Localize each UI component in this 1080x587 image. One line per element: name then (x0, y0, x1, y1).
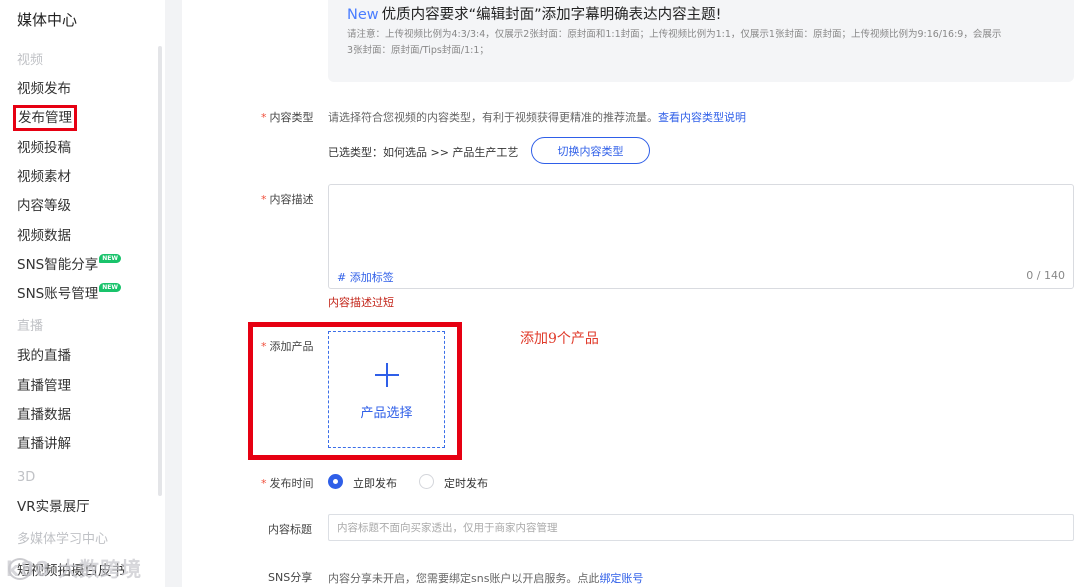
nav-group-live: 直播 (17, 319, 44, 334)
sidebar-item-video-submit[interactable]: 视频投稿 (17, 139, 71, 157)
description-label: * 内容描述 (261, 191, 314, 207)
content-type-hint: 请选择符合您视频的内容类型，有利于视频获得更精准的推荐流量。查看内容类型说明 (328, 109, 746, 125)
plus-icon (375, 363, 399, 387)
required-mark: * (261, 340, 267, 353)
watermark: k88 大数跨境 (6, 557, 143, 581)
content-type-hint-text: 请选择符合您视频的内容类型，有利于视频获得更精准的推荐流量。 (328, 111, 658, 124)
sns-share-text: 内容分享未开启，您需要绑定sns账户以开启服务。点此绑定账号 (328, 570, 643, 586)
publish-scheduled-radio[interactable] (419, 474, 434, 489)
sidebar-item-publish-manage[interactable]: 发布管理 (13, 105, 77, 131)
nav-group-3d: 3D (17, 470, 36, 485)
content-type-selected: 已选类型：如何选品 >> 产品生产工艺 (328, 146, 519, 159)
main-panel: New 优质内容要求“编辑封面”添加字幕明确表达内容主题! 请注意：上传视频比例为… (182, 0, 1080, 587)
sidebar-item-video-material[interactable]: 视频素材 (17, 168, 71, 186)
switch-content-type-button[interactable]: 切换内容类型 (531, 137, 650, 164)
content-type-help-link[interactable]: 查看内容类型说明 (658, 111, 746, 124)
sidebar-item-live-manage[interactable]: 直播管理 (17, 377, 71, 395)
sidebar-item-label: SNS智能分享 (17, 257, 99, 273)
publish-time-label: * 发布时间 (261, 475, 314, 491)
nav-group-video: 视频 (17, 53, 44, 68)
sidebar-item-live-data[interactable]: 直播数据 (17, 406, 71, 424)
description-error: 内容描述过短 (328, 296, 394, 309)
publish-now-label[interactable]: 立即发布 (353, 475, 397, 491)
required-mark: * (261, 111, 267, 124)
bind-account-link[interactable]: 绑定账号 (599, 572, 643, 585)
notice-banner: New 优质内容要求“编辑封面”添加字幕明确表达内容主题! 请注意：上传视频比例为… (328, 0, 1074, 82)
sidebar-item-sns-account[interactable]: SNS账号管理 NEW (17, 283, 121, 303)
sidebar-item-vr-hall[interactable]: VR实景展厅 (17, 498, 90, 516)
required-mark: * (261, 193, 267, 206)
content-title-label: 内容标题 (268, 523, 312, 536)
sidebar-item-video-data[interactable]: 视频数据 (17, 227, 71, 245)
new-badge: NEW (99, 254, 121, 263)
description-textarea[interactable]: # 添加标签 0 / 140 (328, 184, 1074, 289)
sidebar: 媒体中心 视频 视频发布 发布管理 视频投稿 视频素材 内容等级 视频数据 SN… (0, 0, 165, 587)
sns-share-text-body: 内容分享未开启，您需要绑定sns账户以开启服务。点此 (328, 572, 600, 585)
publish-now-radio[interactable] (328, 474, 343, 489)
content-title-input[interactable] (328, 514, 1074, 541)
notice-text: 请注意：上传视频比例为4:3/3:4，仅展示2张封面：原封面和1:1封面；上传视… (347, 29, 1002, 56)
annotation-text: 添加9个产品 (520, 331, 599, 347)
notice-title-text: 优质内容要求“编辑封面”添加字幕明确表达内容主题! (381, 7, 722, 23)
notice-title: New 优质内容要求“编辑封面”添加字幕明确表达内容主题! (347, 3, 721, 24)
product-label: * 添加产品 (261, 338, 314, 354)
nav-group-learning: 多媒体学习中心 (17, 532, 109, 547)
sidebar-item-video-publish[interactable]: 视频发布 (17, 80, 71, 98)
sidebar-item-label: SNS账号管理 (17, 286, 99, 302)
notice-new-tag: New (347, 7, 379, 23)
publish-time-label-text: 发布时间 (269, 477, 314, 490)
sidebar-brand: 媒体中心 (17, 11, 78, 29)
product-picker-button[interactable]: 产品选择 (328, 331, 445, 448)
sns-share-label: SNS分享 (268, 571, 313, 584)
publish-scheduled-label[interactable]: 定时发布 (444, 475, 488, 491)
product-picker-label: 产品选择 (360, 406, 413, 421)
description-label-text: 内容描述 (269, 193, 314, 206)
required-mark: * (261, 477, 267, 490)
sidebar-item-sns-share[interactable]: SNS智能分享 NEW (17, 254, 121, 274)
content-type-label-text: 内容类型 (269, 111, 314, 124)
product-label-text: 添加产品 (269, 340, 314, 353)
add-tag-link[interactable]: # 添加标签 (337, 269, 394, 285)
sidebar-item-live-explain[interactable]: 直播讲解 (17, 435, 71, 453)
sidebar-item-content-level[interactable]: 内容等级 (17, 197, 71, 215)
content-type-label: * 内容类型 (261, 109, 314, 125)
description-counter: 0 / 140 (1026, 269, 1065, 282)
sidebar-item-my-live[interactable]: 我的直播 (17, 347, 71, 365)
sidebar-scrollbar[interactable] (158, 46, 162, 496)
new-badge: NEW (99, 283, 121, 292)
